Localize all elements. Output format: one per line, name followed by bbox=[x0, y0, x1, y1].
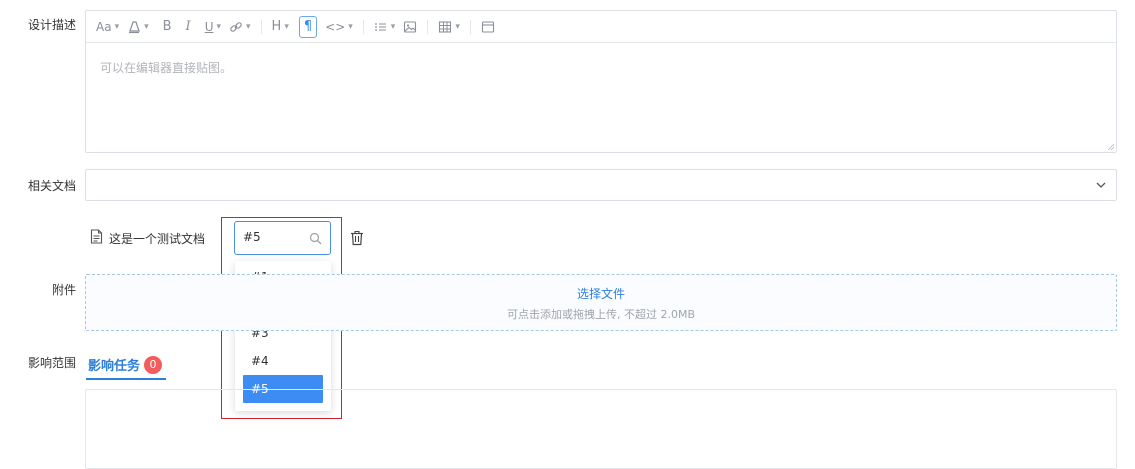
heading-button[interactable]: H ▾ bbox=[268, 16, 293, 38]
image-button[interactable] bbox=[399, 16, 421, 38]
attachment-label: 附件 bbox=[51, 283, 76, 297]
toolbar-divider bbox=[260, 19, 262, 34]
heading-icon: H bbox=[271, 19, 282, 34]
fullscreen-button[interactable] bbox=[477, 16, 499, 38]
chevron-down-icon: ▾ bbox=[144, 21, 149, 32]
list-button[interactable]: ▾ bbox=[370, 16, 400, 38]
tab-label: 影响任务 bbox=[88, 359, 141, 374]
fullscreen-icon bbox=[481, 20, 495, 34]
chevron-down-icon: ▾ bbox=[246, 21, 251, 32]
table-icon bbox=[438, 20, 452, 34]
editor-toolbar: Aa ▾ ▾ B I U ▾ ▾ H ▾ ¶ <> ▾ ▾ ▾ bbox=[86, 11, 1116, 43]
design-description-label: 设计描述 bbox=[27, 18, 76, 32]
code-button[interactable]: <> ▾ bbox=[321, 16, 357, 38]
italic-button[interactable]: I bbox=[182, 16, 195, 38]
chevron-down-icon: ▾ bbox=[390, 21, 396, 32]
font-color-icon bbox=[127, 20, 141, 34]
doc-version-search[interactable] bbox=[234, 221, 331, 255]
chevron-down-icon: ▾ bbox=[216, 21, 222, 32]
rich-text-editor[interactable]: Aa ▾ ▾ B I U ▾ ▾ H ▾ ¶ <> ▾ ▾ ▾ 可以在编辑器直接… bbox=[85, 10, 1117, 153]
doc-name[interactable]: 这是一个测试文档 bbox=[109, 230, 205, 247]
resize-grip-icon[interactable] bbox=[1108, 144, 1114, 150]
upload-hint: 可点击添加或拖拽上传, 不超过 2.0MB bbox=[506, 308, 696, 321]
font-size-button[interactable]: Aa ▾ bbox=[92, 16, 123, 38]
dropdown-option[interactable]: #4 bbox=[243, 347, 323, 375]
table-button[interactable]: ▾ bbox=[434, 16, 464, 38]
underline-button[interactable]: U ▾ bbox=[201, 16, 225, 38]
chevron-down-icon: ▾ bbox=[455, 21, 460, 32]
doc-version-search-input[interactable] bbox=[243, 230, 307, 244]
document-icon bbox=[90, 229, 103, 248]
toolbar-divider bbox=[362, 19, 364, 34]
chevron-down-icon: ▾ bbox=[114, 21, 120, 32]
font-color-button[interactable]: ▾ bbox=[123, 16, 153, 38]
bold-button[interactable]: B bbox=[159, 16, 176, 38]
chevron-down-icon bbox=[1096, 182, 1106, 188]
count-badge: 0 bbox=[144, 355, 163, 374]
scope-label: 影响范围 bbox=[27, 356, 76, 370]
code-icon: <> bbox=[325, 19, 346, 34]
underline-icon: U bbox=[204, 19, 214, 34]
affected-tasks-panel bbox=[85, 389, 1117, 469]
paragraph-icon: ¶ bbox=[303, 19, 313, 34]
paragraph-button[interactable]: ¶ bbox=[298, 15, 318, 38]
related-docs-label: 相关文档 bbox=[27, 179, 76, 193]
active-tab-indicator bbox=[86, 378, 166, 380]
toolbar-divider bbox=[469, 19, 471, 34]
file-upload-area[interactable]: 选择文件 可点击添加或拖拽上传, 不超过 2.0MB bbox=[85, 274, 1117, 331]
toolbar-divider bbox=[427, 19, 429, 34]
search-icon bbox=[309, 232, 322, 245]
editor-placeholder: 可以在编辑器直接贴图。 bbox=[100, 61, 233, 75]
select-file-link[interactable]: 选择文件 bbox=[86, 285, 1116, 302]
related-docs-select[interactable] bbox=[85, 169, 1117, 201]
bold-icon: B bbox=[162, 19, 172, 34]
chevron-down-icon: ▾ bbox=[348, 21, 353, 32]
related-doc-item: 这是一个测试文档 bbox=[90, 229, 205, 248]
list-icon bbox=[374, 20, 388, 34]
link-button[interactable]: ▾ bbox=[225, 16, 255, 38]
tab-affected-tasks[interactable]: 影响任务 0 bbox=[88, 355, 163, 374]
italic-icon: I bbox=[185, 19, 191, 34]
link-icon bbox=[229, 20, 243, 34]
chevron-down-icon: ▾ bbox=[284, 21, 289, 32]
image-icon bbox=[403, 20, 417, 34]
font-size-icon: Aa bbox=[96, 19, 112, 34]
trash-icon[interactable] bbox=[350, 230, 364, 246]
